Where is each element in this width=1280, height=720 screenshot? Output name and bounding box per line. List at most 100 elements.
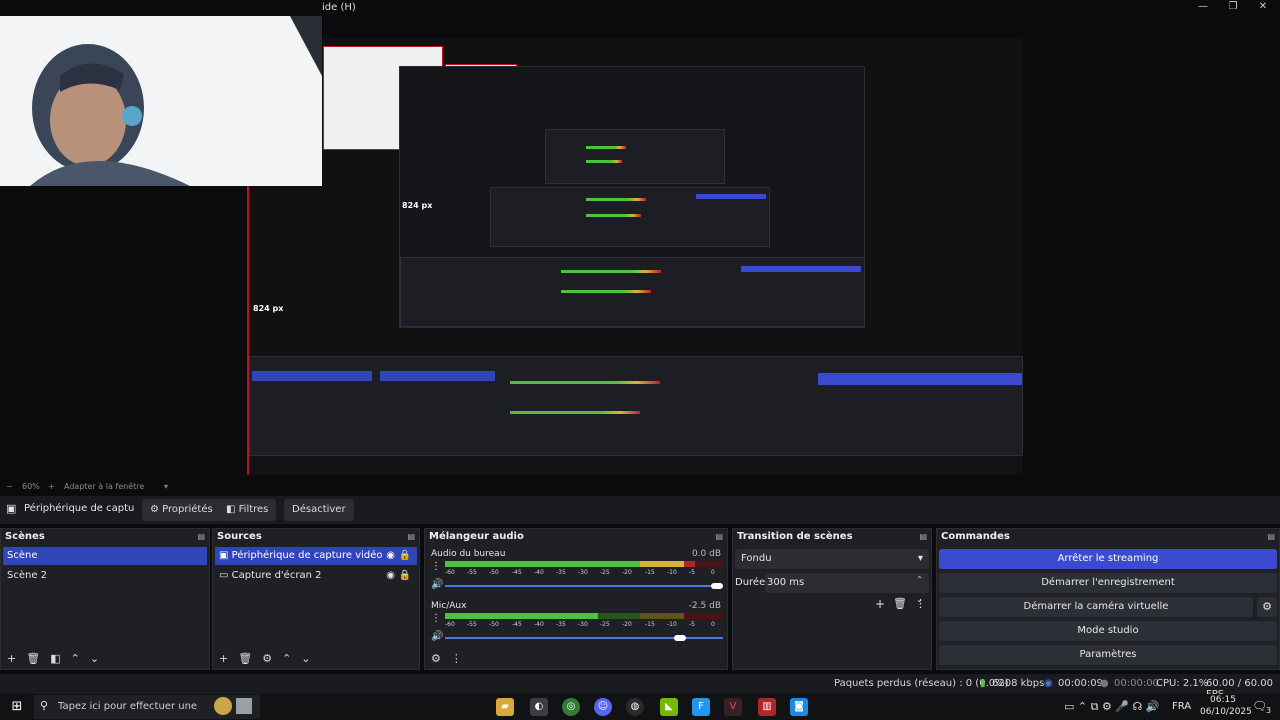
properties-button[interactable]: ⚙ Propriétés xyxy=(142,499,221,521)
speaker-icon[interactable]: 🔊 xyxy=(431,631,443,642)
kebab-icon[interactable]: ⋮ xyxy=(451,652,462,665)
deactivate-button[interactable]: Désactiver xyxy=(284,499,354,521)
preview-canvas[interactable]: 824 px 824 px xyxy=(247,38,1023,475)
dock-menu-icon[interactable]: ▤ xyxy=(407,532,415,541)
bitrate: 6208 kbps xyxy=(992,678,1045,689)
duration-label: Durée xyxy=(735,577,766,588)
dock-menu-icon[interactable]: ▤ xyxy=(1267,532,1275,541)
audio-mixer-dock: Mélangeur audio ▤ Audio du bureau 0.0 dB… xyxy=(424,528,728,670)
commands-title: Commandes xyxy=(941,531,1010,542)
zoom-in-button[interactable]: + xyxy=(48,482,55,491)
windows-start-icon[interactable]: ⊞ xyxy=(8,698,26,716)
notification-icon[interactable]: 🗨 xyxy=(1252,699,1267,713)
restore-button[interactable]: ❐ xyxy=(1218,0,1248,14)
sources-title: Sources xyxy=(217,531,262,542)
coin-icon xyxy=(214,697,232,715)
lock-icon[interactable]: 🔒 xyxy=(399,567,411,585)
chevron-down-icon[interactable]: ⌄ xyxy=(90,652,99,665)
meter-tick-label: -50 xyxy=(489,569,499,576)
app-red-icon[interactable]: ▥ xyxy=(758,698,776,716)
app-icon[interactable]: ◐ xyxy=(530,698,548,716)
dock-menu-icon[interactable]: ▤ xyxy=(197,532,205,541)
transition-select[interactable]: Fondu ▾ xyxy=(735,549,929,569)
lock-icon[interactable]: 🔒 xyxy=(399,547,411,565)
dock-menu-icon[interactable]: ▤ xyxy=(919,532,927,541)
meter-tick-label: -50 xyxy=(489,621,499,628)
chevron-up-icon[interactable]: ⌃ xyxy=(71,652,80,665)
meter-tick-label: -55 xyxy=(467,569,477,576)
scenes-dock: Scènes ▤ Scène Scène 2 + 🗑 ◧ ⌃ ⌄ xyxy=(0,528,210,670)
nvidia-icon[interactable]: ◣ xyxy=(660,698,678,716)
channel-db: 0.0 dB xyxy=(691,549,721,559)
minimize-button[interactable]: — xyxy=(1188,0,1218,14)
record-time: 00:00:00 xyxy=(1114,678,1159,689)
clock-date[interactable]: 06/10/2025 xyxy=(1200,707,1252,717)
meter-tick-label: -10 xyxy=(667,621,677,628)
filters-button[interactable]: ◧ Filtres xyxy=(218,499,277,521)
meter-tick-label: -30 xyxy=(578,621,588,628)
source-item[interactable]: ▭ Capture d'écran 2 ◉ 🔒 xyxy=(215,567,417,585)
menu-help[interactable]: ide (H) xyxy=(322,2,356,13)
nested-obs-window: 824 px xyxy=(399,66,865,328)
start-recording-button[interactable]: Démarrer l'enregistrement xyxy=(939,573,1277,593)
add-icon[interactable]: + xyxy=(219,652,228,665)
chevron-down-icon[interactable]: ⌄ xyxy=(301,652,310,665)
chevron-down-icon[interactable]: ▾ xyxy=(164,482,168,491)
volume-slider[interactable] xyxy=(445,585,723,587)
scenes-title: Scènes xyxy=(5,531,45,542)
camera-icon: ▣ xyxy=(219,550,232,561)
add-icon[interactable]: + xyxy=(875,597,885,611)
chrome-icon[interactable]: ◎ xyxy=(562,698,580,716)
eye-icon[interactable]: ◉ xyxy=(386,567,395,585)
taskbar-search[interactable]: ⚲ Tapez ici pour effectuer une xyxy=(34,695,260,719)
gear-icon[interactable]: ⚙ xyxy=(1257,597,1277,617)
add-icon[interactable]: + xyxy=(7,652,16,665)
gear-icon[interactable]: ⚙ xyxy=(262,652,272,665)
meter-tick-label: 0 xyxy=(711,621,715,628)
nested-taskbar xyxy=(249,456,1023,474)
meter-tick-label: -45 xyxy=(512,621,522,628)
trash-icon[interactable]: 🗑 xyxy=(26,652,40,665)
sources-dock: Sources ▤ ▣ Périphérique de capture vidé… xyxy=(212,528,420,670)
studio-mode-button[interactable]: Mode studio xyxy=(939,621,1277,641)
meter-tick-label: -10 xyxy=(667,569,677,576)
meter-tick-label: -30 xyxy=(578,569,588,576)
duration-field[interactable]: 300 ms ⌃ ⌄ xyxy=(765,573,929,604)
discord-icon[interactable]: ☺ xyxy=(594,698,612,716)
app-v-icon[interactable]: V xyxy=(724,698,742,716)
stop-streaming-button[interactable]: Arrêter le streaming xyxy=(939,549,1277,569)
clock-time[interactable]: 06:15 xyxy=(1210,695,1236,705)
chevron-up-icon[interactable]: ⌃ xyxy=(282,652,291,665)
fit-window-label[interactable]: Adapter à la fenêtre xyxy=(64,482,144,491)
kebab-icon[interactable]: ⋮ xyxy=(915,597,926,610)
gear-icon[interactable]: ⚙ xyxy=(431,652,441,665)
kebab-icon[interactable]: ⋮ xyxy=(431,613,441,624)
nested-obs-docks-3 xyxy=(545,129,725,184)
zoom-level: 60% xyxy=(22,482,40,491)
filter-icon[interactable]: ◧ xyxy=(50,652,60,665)
language-indicator[interactable]: FRA xyxy=(1172,701,1191,712)
volume-slider-knob[interactable] xyxy=(711,583,723,589)
zoom-out-button[interactable]: − xyxy=(6,482,13,491)
trash-icon[interactable]: 🗑 xyxy=(893,597,907,610)
scene-item[interactable]: Scène 2 xyxy=(3,567,207,585)
preview-area[interactable]: 824 px 824 px xyxy=(0,16,1280,480)
obs-icon[interactable]: ◍ xyxy=(626,698,644,716)
speaker-icon[interactable]: 🔊 xyxy=(431,579,443,590)
start-virtual-camera-button[interactable]: Démarrer la caméra virtuelle xyxy=(939,597,1253,617)
settings-button[interactable]: Paramètres xyxy=(939,645,1277,665)
close-button[interactable]: ✕ xyxy=(1248,0,1278,14)
file-explorer-icon[interactable]: ▰ xyxy=(496,698,514,716)
eye-icon[interactable]: ◉ xyxy=(386,547,395,565)
dock-menu-icon[interactable]: ▤ xyxy=(715,532,723,541)
source-item[interactable]: ▣ Périphérique de capture vidéo ◉ 🔒 xyxy=(215,547,417,565)
search-icon: ⚲ xyxy=(40,699,49,712)
app-f-icon[interactable]: F xyxy=(692,698,710,716)
channel-db: -2.5 dB xyxy=(688,601,721,611)
volume-slider-knob[interactable] xyxy=(674,635,686,641)
kebab-icon[interactable]: ⋮ xyxy=(431,561,441,572)
scene-item[interactable]: Scène xyxy=(3,547,207,565)
tray-icons[interactable]: ▭ ⌃ ⧉ ⚙ 🎤 ☊ 🔊 xyxy=(1064,700,1159,714)
app-blue-icon[interactable]: ◙ xyxy=(790,698,808,716)
trash-icon[interactable]: 🗑 xyxy=(238,652,252,665)
